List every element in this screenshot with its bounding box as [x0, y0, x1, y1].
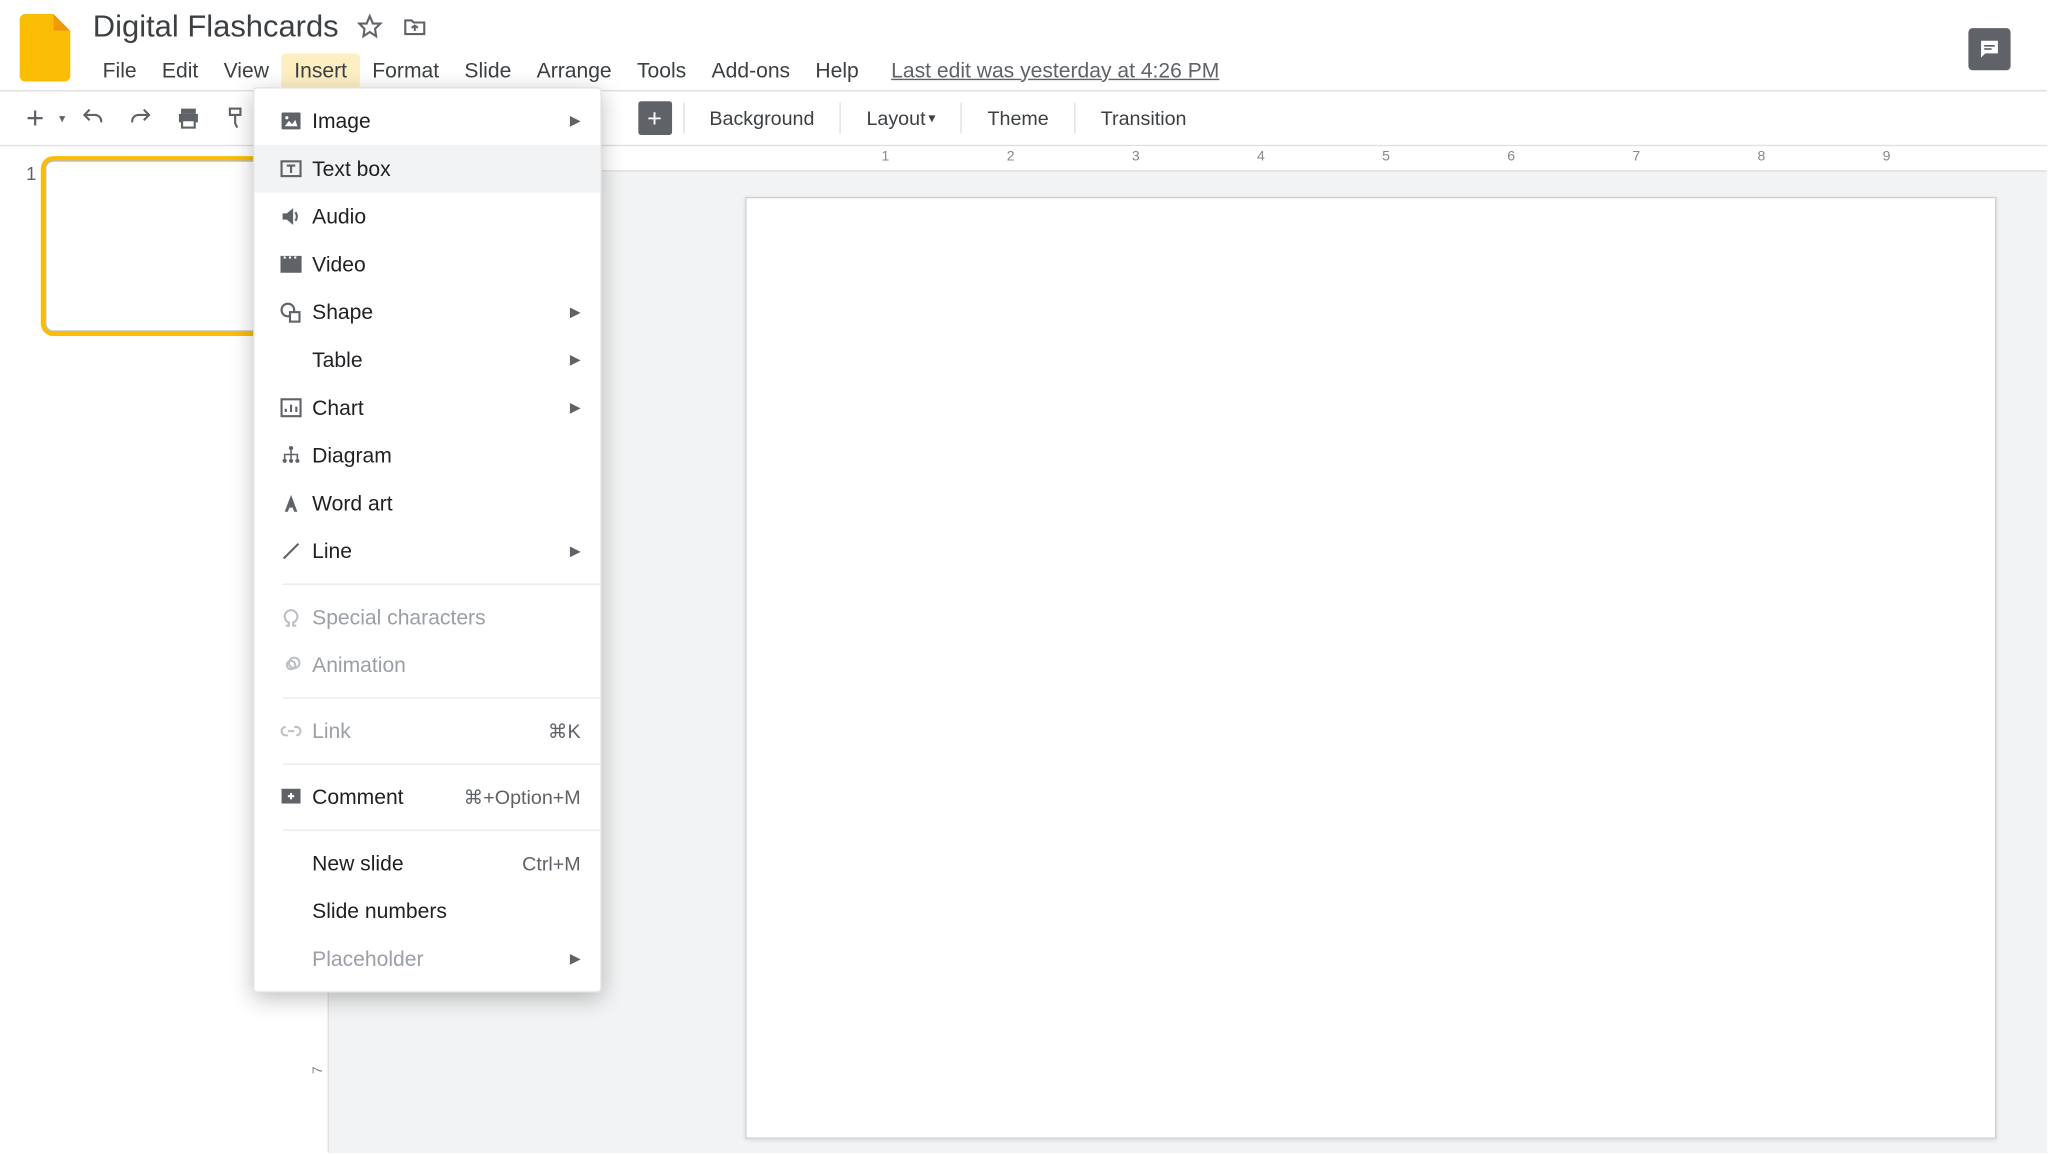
ruler-tick: 6: [1507, 149, 1515, 164]
menu-view[interactable]: View: [211, 53, 282, 88]
star-icon[interactable]: [353, 10, 387, 44]
theme-button[interactable]: Theme: [973, 97, 1062, 139]
menu-separator: [283, 763, 601, 764]
menu-addons[interactable]: Add-ons: [699, 53, 803, 88]
wordart-icon: [274, 491, 308, 516]
ruler-tick: 7: [1632, 149, 1640, 164]
last-edit-text[interactable]: Last edit was yesterday at 4:26 PM: [891, 58, 1219, 82]
ruler-tick: 4: [1257, 149, 1265, 164]
insert-placeholder: Placeholder ▶: [254, 935, 600, 983]
menu-arrange[interactable]: Arrange: [524, 53, 624, 88]
document-title[interactable]: Digital Flashcards: [90, 8, 341, 45]
textbox-icon: [274, 156, 308, 181]
special-characters-icon: [274, 605, 308, 630]
menu-slide[interactable]: Slide: [452, 53, 524, 88]
insert-wordart[interactable]: Word art: [254, 479, 600, 527]
slide-number: 1: [11, 160, 36, 332]
ruler-tick: 7: [311, 1066, 326, 1074]
link-icon: [274, 718, 308, 743]
ruler-tick: 5: [1382, 149, 1390, 164]
toolbar-separator: [961, 103, 962, 134]
menu-insert[interactable]: Insert: [282, 53, 360, 88]
insert-comment[interactable]: Comment ⌘+Option+M: [254, 773, 600, 821]
add-comment-icon[interactable]: +: [638, 101, 672, 135]
slides-logo[interactable]: [20, 14, 71, 81]
insert-textbox[interactable]: Text box: [254, 145, 600, 193]
audio-icon: [274, 204, 308, 229]
diagram-icon: [274, 443, 308, 468]
insert-diagram[interactable]: Diagram: [254, 432, 600, 480]
background-button[interactable]: Background: [695, 97, 828, 139]
line-icon: [274, 538, 308, 563]
insert-link: Link ⌘K: [254, 707, 600, 755]
toolbar-separator: [683, 103, 684, 134]
menu-tools[interactable]: Tools: [624, 53, 699, 88]
toolbar-separator: [840, 103, 841, 134]
menu-format[interactable]: Format: [360, 53, 452, 88]
chart-icon: [274, 395, 308, 420]
animation-icon: [274, 652, 308, 677]
submenu-arrow-icon: ▶: [570, 951, 581, 966]
video-icon: [274, 252, 308, 277]
undo-button[interactable]: [71, 97, 113, 139]
paint-format-button[interactable]: [214, 97, 256, 139]
transition-button[interactable]: Transition: [1087, 97, 1201, 139]
insert-special-characters: Special characters: [254, 593, 600, 641]
move-to-folder-icon[interactable]: [398, 10, 432, 44]
ruler-tick: 3: [1132, 149, 1140, 164]
menu-edit[interactable]: Edit: [149, 53, 211, 88]
submenu-arrow-icon: ▶: [570, 400, 581, 415]
insert-table[interactable]: Table ▶: [254, 336, 600, 384]
insert-chart[interactable]: Chart ▶: [254, 384, 600, 432]
submenu-arrow-icon: ▶: [570, 543, 581, 558]
shortcut-text: ⌘+Option+M: [464, 785, 581, 809]
ruler-tick: 2: [1007, 149, 1015, 164]
new-slide-dropdown-icon[interactable]: ▾: [59, 110, 65, 125]
slide-canvas[interactable]: [745, 197, 1996, 1139]
shape-icon: [274, 299, 308, 324]
insert-shape[interactable]: Shape ▶: [254, 288, 600, 336]
comment-icon: [274, 785, 308, 810]
titlebar: Digital Flashcards File Edit View Insert…: [0, 0, 2047, 90]
ruler-tick: 9: [1883, 149, 1891, 164]
layout-button[interactable]: Layout▾: [852, 97, 949, 139]
submenu-arrow-icon: ▶: [570, 113, 581, 128]
ruler-tick: 1: [882, 149, 890, 164]
menu-separator: [283, 830, 601, 831]
redo-button[interactable]: [119, 97, 161, 139]
open-comments-button[interactable]: [1968, 28, 2010, 70]
insert-menu-dropdown: Image ▶ Text box Audio Video Shape ▶ Tab…: [253, 87, 602, 992]
shortcut-text: ⌘K: [548, 719, 581, 743]
print-button[interactable]: [167, 97, 209, 139]
menu-help[interactable]: Help: [803, 53, 872, 88]
image-icon: [274, 108, 308, 133]
new-slide-button[interactable]: +: [14, 97, 56, 139]
insert-audio[interactable]: Audio: [254, 193, 600, 241]
insert-line[interactable]: Line ▶: [254, 527, 600, 575]
ruler-tick: 8: [1758, 149, 1766, 164]
menu-bar: File Edit View Insert Format Slide Arran…: [90, 51, 1968, 90]
insert-new-slide[interactable]: New slide Ctrl+M: [254, 839, 600, 887]
insert-image[interactable]: Image ▶: [254, 97, 600, 145]
menu-separator: [283, 583, 601, 584]
shortcut-text: Ctrl+M: [522, 852, 581, 874]
insert-animation: Animation: [254, 641, 600, 689]
submenu-arrow-icon: ▶: [570, 304, 581, 319]
insert-slide-numbers[interactable]: Slide numbers: [254, 887, 600, 935]
submenu-arrow-icon: ▶: [570, 352, 581, 367]
insert-video[interactable]: Video: [254, 240, 600, 288]
toolbar-separator: [1074, 103, 1075, 134]
menu-file[interactable]: File: [90, 53, 149, 88]
menu-separator: [283, 697, 601, 698]
